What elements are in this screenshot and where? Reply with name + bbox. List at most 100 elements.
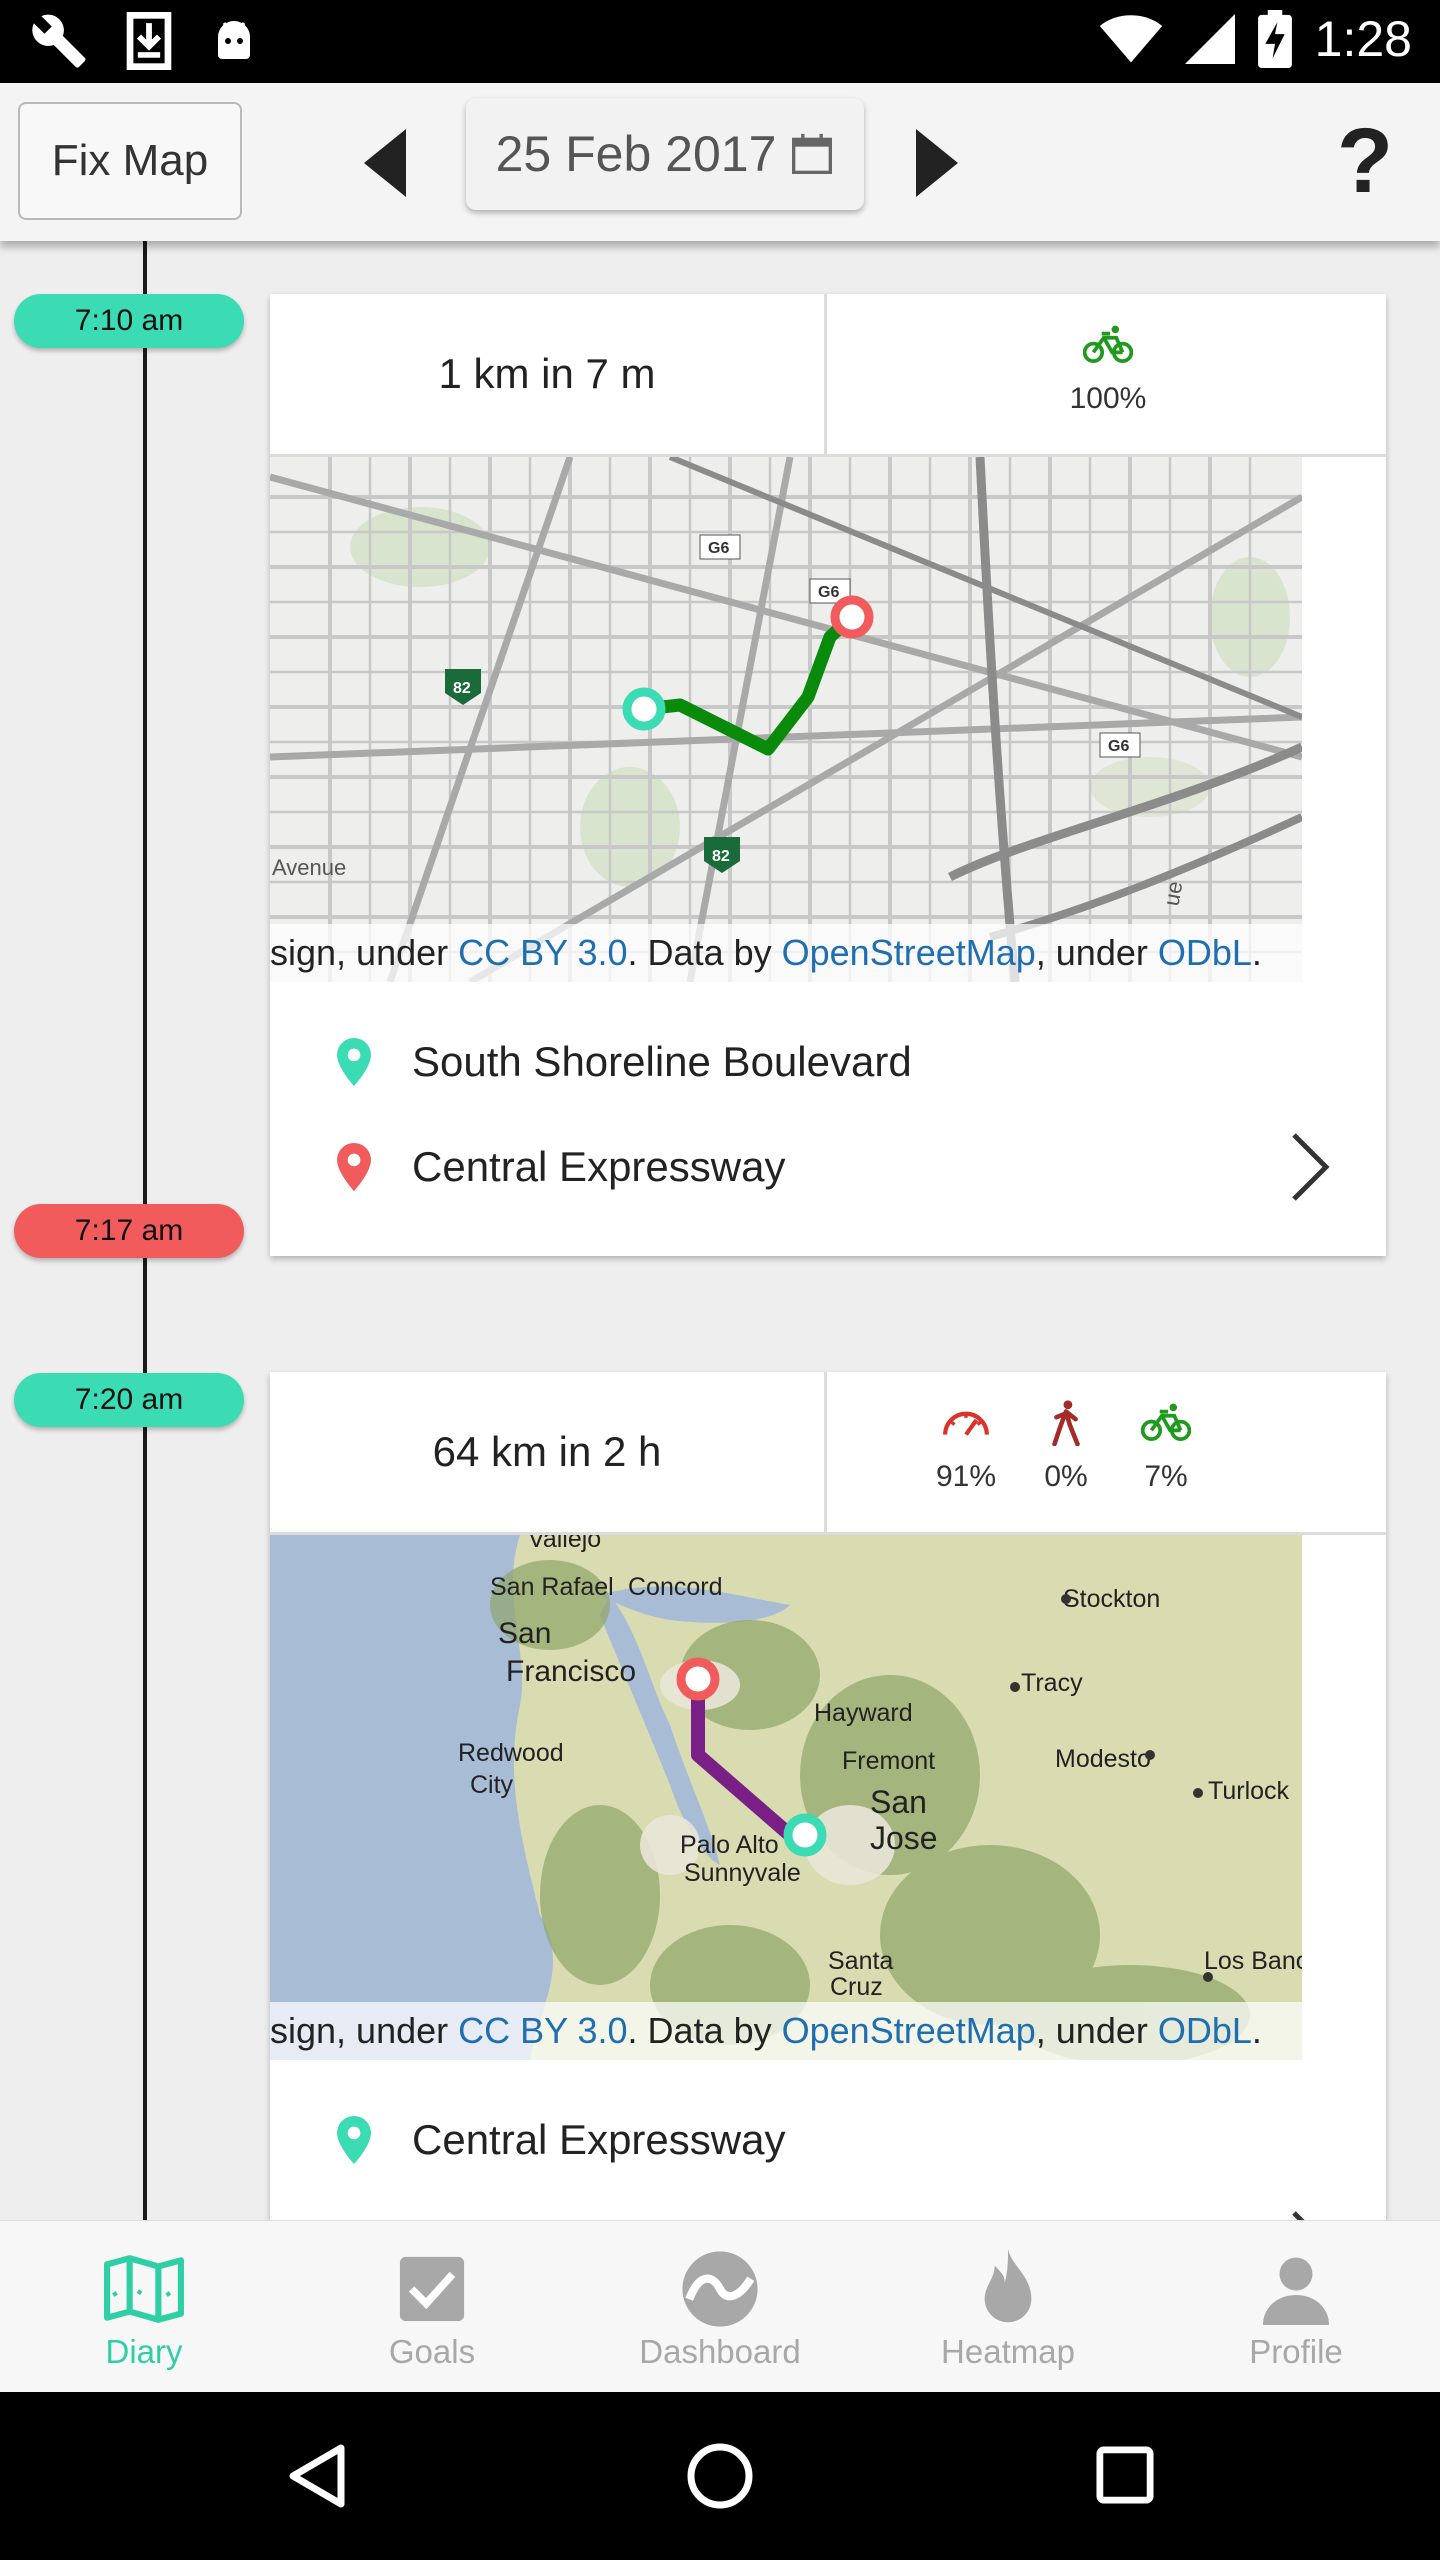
map-label: Jose <box>870 1820 938 1856</box>
trip-summary: 1 km in 7 m <box>270 294 827 454</box>
chevron-right-icon[interactable] <box>1290 1132 1330 1202</box>
map-label: Cruz <box>830 1973 883 2001</box>
map-label: San Rafael <box>490 1573 614 1601</box>
street-map-image: G6 G6 G6 82 82 Avenue ue <box>270 457 1302 982</box>
end-marker <box>676 1657 720 1701</box>
back-icon[interactable] <box>286 2442 348 2510</box>
trip-card[interactable]: 64 km in 2 h 91% 0% 7% Vallejo San Rafae… <box>270 1372 1386 2272</box>
bottom-navigation: Diary Goals Dashboard Heatmap Profile <box>0 2220 1440 2392</box>
download-icon <box>126 12 172 70</box>
help-button[interactable]: ? <box>1330 111 1400 211</box>
start-location-row: Central Expressway <box>270 2100 1386 2180</box>
end-pin-icon <box>337 1143 371 1191</box>
trip1-end-time: 7:17 am <box>14 1204 244 1258</box>
start-marker <box>783 1813 827 1857</box>
mode-breakdown: 100% <box>830 294 1386 454</box>
end-location: Central Expressway <box>412 1143 786 1190</box>
map-label: Fremont <box>842 1747 935 1775</box>
mode-percent: 7% <box>1144 1460 1188 1493</box>
map-label: City <box>470 1771 514 1799</box>
start-marker <box>622 687 666 731</box>
checkbox-icon <box>399 2256 465 2322</box>
mode-breakdown: 91% 0% 7% <box>830 1372 1386 1532</box>
mode-bicycle: 7% <box>1126 1400 1206 1494</box>
openstreetmap-link[interactable]: OpenStreetMap <box>782 2010 1036 2051</box>
person-icon <box>1263 2257 1329 2325</box>
map-label: ue <box>1159 879 1188 907</box>
map-label: Francisco <box>506 1655 636 1688</box>
trip2-start-time: 7:20 am <box>14 1373 244 1427</box>
trip-summary: 64 km in 2 h <box>270 1372 827 1532</box>
date-picker-button[interactable]: 25 Feb 2017 <box>466 98 864 210</box>
fix-map-button[interactable]: Fix Map <box>18 102 242 220</box>
nav-label: Heatmap <box>941 2333 1075 2370</box>
map-label: 82 <box>712 848 730 865</box>
start-location: South Shoreline Boulevard <box>412 1038 912 1085</box>
flame-icon <box>984 2249 1032 2323</box>
bicycle-icon <box>1141 1403 1191 1441</box>
map-label: Avenue <box>272 855 346 880</box>
calendar-icon <box>792 133 833 174</box>
map-label: Concord <box>628 1573 723 1601</box>
date-label: 25 Feb 2017 <box>495 126 777 182</box>
system-navigation-bar <box>0 2392 1440 2560</box>
mode-percent: 100% <box>1069 382 1147 415</box>
map-icon <box>104 2255 184 2323</box>
map-attribution: sign, under CC BY 3.0. Data by OpenStree… <box>270 924 1302 982</box>
nav-label: Profile <box>1249 2333 1343 2370</box>
map-label: Tracy <box>1021 1669 1083 1697</box>
cc-by-link[interactable]: CC BY 3.0 <box>458 932 627 973</box>
signal-icon <box>1184 14 1235 64</box>
map-label: Santa <box>828 1947 893 1975</box>
mode-percent: 91% <box>935 1460 997 1493</box>
android-icon <box>218 21 250 59</box>
previous-day-button[interactable] <box>360 125 410 201</box>
end-location-row: Central Expressway <box>270 1127 1386 1207</box>
mode-bicycle: 100% <box>1068 322 1148 416</box>
trip-card[interactable]: 1 km in 7 m 100% G6 G6 G6 82 82 Avenue u… <box>270 294 1386 1256</box>
map-label: San <box>498 1617 551 1650</box>
status-bar: 1:28 <box>0 0 1440 83</box>
nav-diary[interactable]: Diary <box>0 2221 288 2393</box>
map-attribution: sign, under CC BY 3.0. Data by OpenStree… <box>270 2002 1302 2060</box>
map-label: Los Banos <box>1204 1947 1302 1975</box>
odbl-link[interactable]: ODbL <box>1158 932 1252 973</box>
start-pin-icon <box>337 2116 371 2164</box>
wrench-icon <box>32 14 86 68</box>
recents-icon[interactable] <box>1096 2446 1154 2504</box>
trip-card-header: 1 km in 7 m 100% <box>270 294 1386 457</box>
speedometer-icon <box>943 1411 989 1436</box>
map-label: G6 <box>1108 738 1129 755</box>
nav-label: Diary <box>105 2333 183 2370</box>
trip-map[interactable]: G6 G6 G6 82 82 Avenue ue sign, under CC … <box>270 457 1302 982</box>
battery-charging-icon <box>1257 10 1292 68</box>
map-label: San <box>870 1784 927 1820</box>
start-location-row: South Shoreline Boulevard <box>270 1022 1386 1102</box>
mode-walking: 0% <box>1026 1400 1106 1494</box>
map-label: Redwood <box>458 1739 564 1767</box>
trip-map[interactable]: Vallejo San Rafael Concord Stockton San … <box>270 1535 1302 2060</box>
cc-by-link[interactable]: CC BY 3.0 <box>458 2010 627 2051</box>
map-label: G6 <box>708 540 729 557</box>
map-label: Stockton <box>1063 1585 1160 1613</box>
nav-profile[interactable]: Profile <box>1152 2221 1440 2393</box>
map-label: 82 <box>453 680 471 697</box>
terrain-map-image: Vallejo San Rafael Concord Stockton San … <box>270 1535 1302 2060</box>
start-pin-icon <box>337 1038 371 1086</box>
openstreetmap-link[interactable]: OpenStreetMap <box>782 932 1036 973</box>
walking-icon <box>1052 1400 1080 1446</box>
nav-label: Dashboard <box>639 2333 801 2370</box>
nav-heatmap[interactable]: Heatmap <box>864 2221 1152 2393</box>
next-day-button[interactable] <box>912 125 962 201</box>
mode-percent: 0% <box>1044 1460 1088 1493</box>
end-marker <box>830 595 874 639</box>
nav-goals[interactable]: Goals <box>288 2221 576 2393</box>
map-label: Sunnyvale <box>684 1859 801 1887</box>
home-icon[interactable] <box>686 2442 754 2510</box>
nav-dashboard[interactable]: Dashboard <box>576 2221 864 2393</box>
start-location: Central Expressway <box>412 2116 786 2163</box>
dashboard-icon <box>682 2251 758 2327</box>
mode-car: 91% <box>926 1400 1006 1494</box>
odbl-link[interactable]: ODbL <box>1158 2010 1252 2051</box>
map-label: Vallejo <box>528 1535 601 1553</box>
